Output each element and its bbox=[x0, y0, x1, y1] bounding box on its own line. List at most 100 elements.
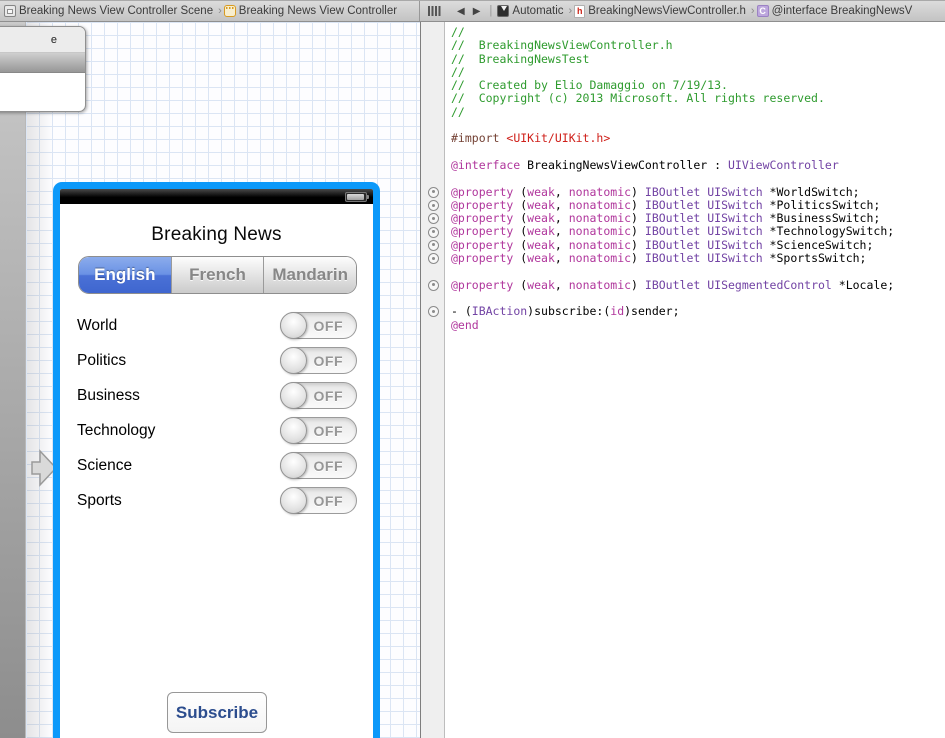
topic-rows: World OFF Politics OFF Business OFF Technology… bbox=[60, 312, 373, 522]
topic-label[interactable]: Science bbox=[77, 457, 132, 475]
topic-label[interactable]: World bbox=[77, 317, 117, 335]
jump-bars: Breaking News View Controller Scene › Br… bbox=[0, 0, 945, 22]
switch-thumb-icon bbox=[280, 452, 307, 479]
switch-thumb-icon bbox=[280, 312, 307, 339]
topic-row-sports: Sports OFF bbox=[60, 487, 373, 514]
connection-well-icon[interactable] bbox=[428, 187, 439, 198]
code-line[interactable]: @end bbox=[451, 319, 945, 332]
code-line[interactable]: // Copyright (c) 2013 Microsoft. All rig… bbox=[451, 92, 945, 105]
switch-thumb-icon bbox=[280, 382, 307, 409]
segment-english[interactable]: English bbox=[79, 257, 171, 293]
segment-mandarin[interactable]: Mandarin bbox=[263, 257, 356, 293]
code-line[interactable]: @interface BreakingNewsViewController : … bbox=[451, 159, 945, 172]
adjacent-scene-navbar bbox=[0, 53, 85, 73]
code-line[interactable]: @property (weak, nonatomic) IBOutlet UIS… bbox=[451, 186, 945, 199]
status-bar bbox=[60, 189, 373, 204]
divider: | bbox=[489, 5, 492, 17]
view-controller-icon bbox=[224, 5, 236, 17]
code-line[interactable] bbox=[451, 292, 945, 305]
class-symbol-icon: C bbox=[757, 5, 769, 17]
breadcrumb-separator: › bbox=[751, 5, 755, 17]
topic-switch[interactable]: OFF bbox=[280, 312, 357, 339]
breadcrumb-symbol[interactable]: @interface BreakingNewsV bbox=[772, 5, 913, 17]
switch-state-label: OFF bbox=[314, 458, 344, 474]
breadcrumb-mode[interactable]: Automatic bbox=[512, 5, 563, 17]
breadcrumb-separator: › bbox=[569, 5, 573, 17]
topic-row-politics: Politics OFF bbox=[60, 347, 373, 374]
breadcrumb-scene[interactable]: Breaking News View Controller Scene bbox=[19, 5, 213, 17]
topic-label[interactable]: Business bbox=[77, 387, 140, 405]
switch-thumb-icon bbox=[280, 487, 307, 514]
code-line[interactable]: @property (weak, nonatomic) IBOutlet UIS… bbox=[451, 199, 945, 212]
xcode-window: Breaking News View Controller Scene › Br… bbox=[0, 0, 945, 738]
breadcrumb-file[interactable]: BreakingNewsViewController.h bbox=[588, 5, 746, 17]
topic-switch[interactable]: OFF bbox=[280, 487, 357, 514]
ib-canvas[interactable]: e Breaking News EnglishFrenchMandarin Wo… bbox=[0, 22, 420, 738]
topic-row-business: Business OFF bbox=[60, 382, 373, 409]
code-line[interactable] bbox=[451, 265, 945, 278]
switch-state-label: OFF bbox=[314, 423, 344, 439]
topic-label[interactable]: Sports bbox=[77, 492, 122, 510]
topic-label[interactable]: Politics bbox=[77, 352, 126, 370]
adjacent-scene-partial[interactable]: e bbox=[0, 26, 86, 112]
connection-well-icon[interactable] bbox=[428, 240, 439, 251]
locale-segmented-control[interactable]: EnglishFrenchMandarin bbox=[78, 256, 357, 294]
code-line[interactable] bbox=[451, 119, 945, 132]
code-line[interactable] bbox=[451, 146, 945, 159]
ib-dock-strip bbox=[0, 22, 26, 738]
subscribe-button[interactable]: Subscribe bbox=[167, 692, 267, 733]
topic-switch[interactable]: OFF bbox=[280, 347, 357, 374]
connection-well-icon[interactable] bbox=[428, 253, 439, 264]
related-items-icon[interactable] bbox=[428, 6, 441, 16]
topic-label[interactable]: Technology bbox=[77, 422, 155, 440]
code-line[interactable]: @property (weak, nonatomic) IBOutlet UIS… bbox=[451, 252, 945, 265]
connection-well-icon[interactable] bbox=[428, 200, 439, 211]
switch-state-label: OFF bbox=[314, 353, 344, 369]
breadcrumb-separator: › bbox=[218, 5, 222, 17]
editor-jump-bar: ◀ ▶ | Automatic › h BreakingNewsViewCont… bbox=[420, 1, 945, 21]
code-line[interactable]: @property (weak, nonatomic) IBOutlet UIS… bbox=[451, 279, 945, 292]
topic-switch[interactable]: OFF bbox=[280, 382, 357, 409]
switch-state-label: OFF bbox=[314, 493, 344, 509]
code-line[interactable]: // bbox=[451, 106, 945, 119]
canvas-edge-shadow bbox=[27, 22, 53, 738]
breadcrumb-view-controller[interactable]: Breaking News View Controller bbox=[239, 5, 397, 17]
topic-row-science: Science OFF bbox=[60, 452, 373, 479]
switch-thumb-icon bbox=[280, 417, 307, 444]
connection-well-icon[interactable] bbox=[428, 306, 439, 317]
switch-state-label: OFF bbox=[314, 388, 344, 404]
forward-button[interactable]: ▶ bbox=[473, 6, 481, 17]
ib-jump-bar: Breaking News View Controller Scene › Br… bbox=[0, 1, 420, 21]
topic-row-world: World OFF bbox=[60, 312, 373, 339]
code-line[interactable] bbox=[451, 172, 945, 185]
scene-icon bbox=[4, 5, 16, 17]
connection-well-icon[interactable] bbox=[428, 280, 439, 291]
assistant-editor[interactable]: //// BreakingNewsViewController.h// Brea… bbox=[420, 22, 945, 738]
connection-well-icon[interactable] bbox=[428, 227, 439, 238]
code-line[interactable]: // BreakingNewsTest bbox=[451, 53, 945, 66]
view-controller-content: Breaking News EnglishFrenchMandarin Worl… bbox=[60, 204, 373, 738]
adjacent-scene-title: e bbox=[0, 27, 85, 53]
header-file-icon: h bbox=[574, 5, 585, 18]
segment-french[interactable]: French bbox=[171, 257, 264, 293]
code-line[interactable]: @property (weak, nonatomic) IBOutlet UIS… bbox=[451, 212, 945, 225]
code-line[interactable]: @property (weak, nonatomic) IBOutlet UIS… bbox=[451, 225, 945, 238]
app-title-label[interactable]: Breaking News bbox=[60, 224, 373, 246]
breaking-news-view-controller[interactable]: Breaking News EnglishFrenchMandarin Worl… bbox=[53, 182, 380, 738]
code-line[interactable]: - (IBAction)subscribe:(id)sender; bbox=[451, 305, 945, 318]
code-line[interactable]: // BreakingNewsViewController.h bbox=[451, 39, 945, 52]
topic-switch[interactable]: OFF bbox=[280, 452, 357, 479]
code-line[interactable]: @property (weak, nonatomic) IBOutlet UIS… bbox=[451, 239, 945, 252]
switch-thumb-icon bbox=[280, 347, 307, 374]
connection-well-icon[interactable] bbox=[428, 213, 439, 224]
code-line[interactable]: // bbox=[451, 66, 945, 79]
code-line[interactable]: #import <UIKit/UIKit.h> bbox=[451, 132, 945, 145]
topic-switch[interactable]: OFF bbox=[280, 417, 357, 444]
editor-gutter bbox=[420, 22, 445, 738]
assistant-mode-icon bbox=[497, 5, 509, 17]
code-area[interactable]: //// BreakingNewsViewController.h// Brea… bbox=[446, 22, 945, 738]
switch-state-label: OFF bbox=[314, 318, 344, 334]
code-line[interactable]: // bbox=[451, 26, 945, 39]
back-button[interactable]: ◀ bbox=[457, 6, 465, 17]
code-line[interactable]: // Created by Elio Damaggio on 7/19/13. bbox=[451, 79, 945, 92]
